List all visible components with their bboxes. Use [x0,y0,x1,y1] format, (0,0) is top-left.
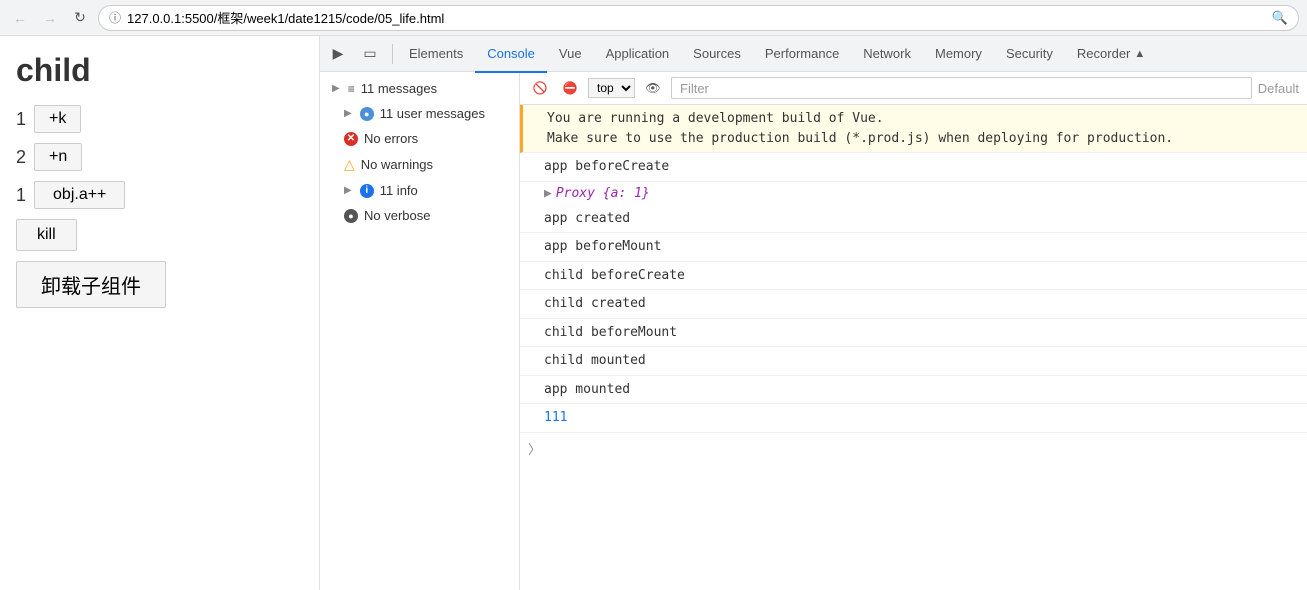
console-message-app-created: app created [520,205,1307,234]
page-content: child 1 +k 2 +n 1 obj.a++ kill 卸载子组件 [0,36,320,590]
sidebar-item-user-messages[interactable]: ▶ ● 11 user messages [320,101,519,126]
tab-sources[interactable]: Sources [681,37,753,73]
tab-console[interactable]: Console [475,37,547,73]
main-content: child 1 +k 2 +n 1 obj.a++ kill 卸载子组件 ▶ ▭… [0,36,1307,590]
url-text: 127.0.0.1:5500/框架/week1/date1215/code/05… [127,8,444,27]
default-label: Default [1258,81,1299,96]
list-icon: ≡ [348,82,355,96]
tab-vue[interactable]: Vue [547,37,594,73]
console-message-child-created: child created [520,290,1307,319]
sidebar-label-errors: No errors [364,131,418,146]
console-output-area: 🚫 ⛔ top 👁 Default You are running a deve… [520,72,1307,590]
user-icon: ● [360,107,374,121]
console-message-child-beforecreate: child beforeCreate [520,262,1307,291]
error-icon: ✕ [344,132,358,146]
eye-icon[interactable]: 👁 [641,76,665,100]
obj-a-increment-button[interactable]: obj.a++ [34,181,125,209]
row2-number: 2 [16,147,26,168]
sidebar-label-info: 11 info [380,183,418,198]
expand-arrow-icon[interactable]: ▶ [544,186,552,201]
tab-application[interactable]: Application [594,37,682,73]
tab-network[interactable]: Network [851,37,923,73]
devtools-panel: ▶ ▭ Elements Console Vue Application Sou… [320,36,1307,590]
row-1: 1 +k [16,105,303,133]
inspect-element-icon[interactable]: ▶ [324,40,352,68]
tab-memory[interactable]: Memory [923,37,994,73]
console-sidebar: ▶ ≡ 11 messages ▶ ● 11 user messages ✕ N… [320,72,520,590]
console-message-child-beforemount: child beforeMount [520,319,1307,348]
warning-icon: △ [344,156,355,173]
console-prompt: 〉 [520,433,1307,464]
sidebar-item-verbose[interactable]: ● No verbose [320,203,519,228]
sidebar-label-warnings: No warnings [361,157,433,172]
tab-performance[interactable]: Performance [753,37,851,73]
row3-number: 1 [16,185,26,206]
console-message-app-beforecreate: app beforeCreate [520,153,1307,182]
page-title: child [16,52,303,89]
console-message-app-beforemount: app beforeMount [520,233,1307,262]
sidebar-label-verbose: No verbose [364,208,430,223]
sidebar-label-user-messages: 11 user messages [380,106,485,121]
filter-input[interactable] [671,77,1252,99]
search-icon: 🔍 [1272,10,1288,26]
address-bar[interactable]: ⓘ 127.0.0.1:5500/框架/week1/date1215/code/… [98,5,1299,31]
console-filter-bar: 🚫 ⛔ top 👁 Default [520,72,1307,105]
arrow-icon: ▶ [332,83,340,94]
sidebar-item-all-messages[interactable]: ▶ ≡ 11 messages [320,76,519,101]
context-select[interactable]: top [588,78,635,98]
browser-toolbar: ← → ↻ ⓘ 127.0.0.1:5500/框架/week1/date1215… [0,0,1307,36]
block-icon[interactable]: ⛔ [558,76,582,100]
prompt-arrow-icon: 〉 [528,439,541,458]
tab-recorder[interactable]: Recorder ▲ [1065,37,1157,73]
info-icon: i [360,184,374,198]
console-messages: You are running a development build of V… [520,105,1307,590]
console-message-child-mounted: child mounted [520,347,1307,376]
devtools-tabbar: ▶ ▭ Elements Console Vue Application Sou… [320,36,1307,72]
secure-icon: ⓘ [109,9,121,26]
console-message-app-mounted: app mounted [520,376,1307,405]
clear-console-button[interactable]: 🚫 [528,76,552,100]
tab-elements[interactable]: Elements [397,37,475,73]
sidebar-item-warnings[interactable]: △ No warnings [320,151,519,178]
sidebar-item-errors[interactable]: ✕ No errors [320,126,519,151]
reload-button[interactable]: ↻ [68,6,92,30]
unmount-button[interactable]: 卸载子组件 [16,261,166,308]
sidebar-item-info[interactable]: ▶ i 11 info [320,178,519,203]
plus-n-button[interactable]: +n [34,143,82,171]
console-message-111: 111 [520,404,1307,433]
row1-number: 1 [16,109,26,130]
arrow-icon-user: ▶ [344,108,352,119]
console-message-proxy[interactable]: ▶Proxy {a: 1} [520,182,1307,205]
device-toolbar-icon[interactable]: ▭ [356,40,384,68]
row-3: 1 obj.a++ [16,181,303,209]
verbose-icon: ● [344,209,358,223]
tab-security[interactable]: Security [994,37,1065,73]
arrow-icon-info: ▶ [344,185,352,196]
kill-button[interactable]: kill [16,219,77,251]
forward-button[interactable]: → [38,6,62,30]
back-button[interactable]: ← [8,6,32,30]
row-2: 2 +n [16,143,303,171]
tab-separator [392,44,393,64]
plus-k-button[interactable]: +k [34,105,81,133]
devtools-body: ▶ ≡ 11 messages ▶ ● 11 user messages ✕ N… [320,72,1307,590]
sidebar-label-messages: 11 messages [361,81,437,96]
console-message-vue-warning: You are running a development build of V… [520,105,1307,153]
